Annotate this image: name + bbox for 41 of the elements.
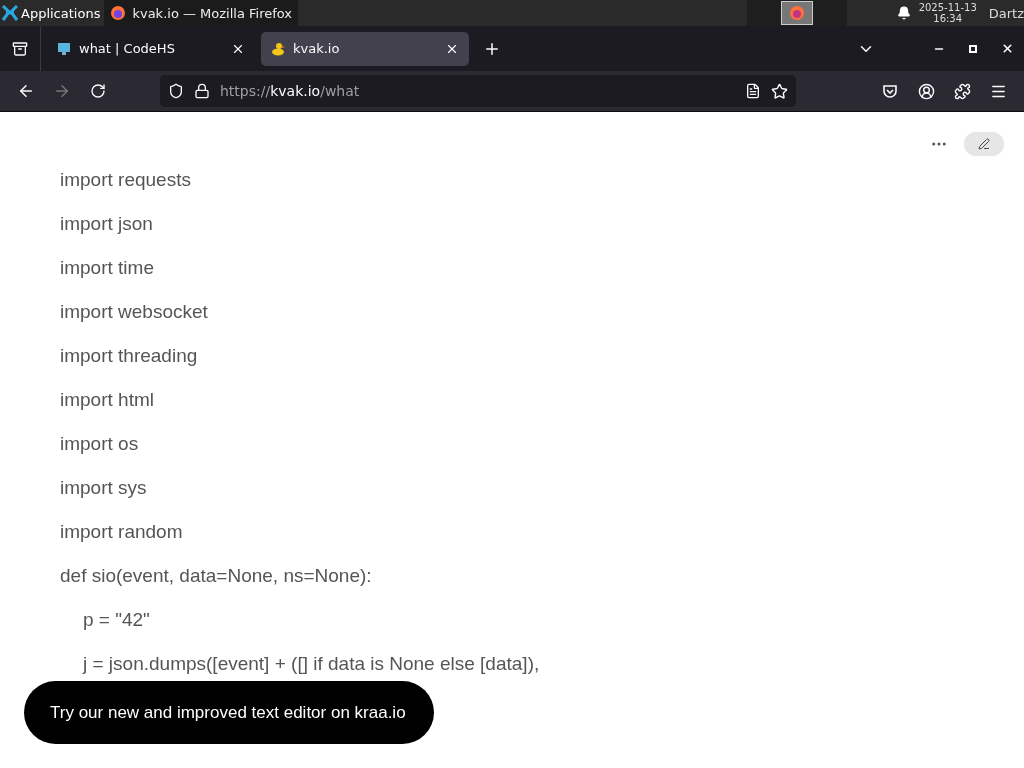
firefox-icon[interactable] <box>780 1 813 25</box>
user-name[interactable]: Dartz <box>988 5 1024 21</box>
code-line: p = "42" <box>83 609 150 630</box>
code-line: def sio(event, data=None, ns=None): <box>60 565 372 586</box>
firefox-icon <box>110 5 127 21</box>
pen-icon <box>978 138 990 150</box>
close-icon[interactable] <box>1001 42 1014 55</box>
address-field[interactable]: https://kvak.io/what <box>160 75 796 107</box>
account-icon[interactable] <box>917 82 935 100</box>
lock-icon[interactable] <box>194 83 210 99</box>
pocket-icon[interactable] <box>882 83 898 99</box>
reload-icon[interactable] <box>90 83 106 99</box>
code-line: j = json.dumps([event] + ([] if data is None else [data]), <box>83 653 540 674</box>
edit-button[interactable] <box>964 132 1004 156</box>
window-button[interactable]: kvak.io — Mozilla Firefox <box>104 0 299 26</box>
maximize-icon[interactable] <box>969 44 977 53</box>
browser-tab[interactable]: kvak.io <box>261 31 469 66</box>
code-line: import threading <box>60 345 198 366</box>
clock[interactable]: 2025-11-13 16:34 <box>918 2 977 24</box>
duck-icon <box>271 41 285 56</box>
shield-icon[interactable] <box>168 83 184 99</box>
code-line: import random <box>60 521 183 542</box>
code-line: import requests <box>60 169 191 190</box>
back-icon[interactable] <box>17 82 35 100</box>
forward-icon[interactable] <box>53 82 71 100</box>
extensions-icon[interactable] <box>953 82 971 100</box>
reader-view-icon[interactable] <box>745 83 761 99</box>
code-line: import sys <box>60 477 147 498</box>
tab-list-icon[interactable] <box>12 40 28 57</box>
code-line: import html <box>60 389 154 410</box>
applications-menu[interactable]: Applications <box>0 0 105 26</box>
browser-tab[interactable]: what | CodeHS <box>47 31 255 66</box>
code-line: import websocket <box>60 301 208 322</box>
code-line: import json <box>60 213 153 234</box>
bookmark-star-icon[interactable] <box>771 82 788 100</box>
promo-toast[interactable]: Try our new and improved text editor on kraa.io <box>24 681 434 744</box>
code-line: import os <box>60 433 139 454</box>
code-line: import time <box>60 257 154 278</box>
monitor-icon <box>57 41 71 56</box>
logo-icon <box>2 5 18 21</box>
notification-icon[interactable] <box>896 6 911 20</box>
